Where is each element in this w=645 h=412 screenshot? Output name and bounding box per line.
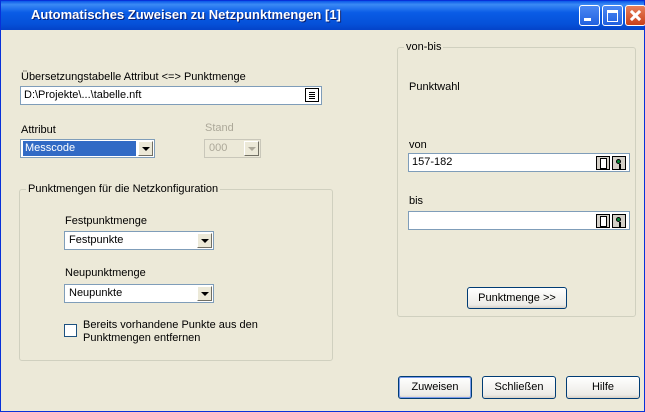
attribut-value: Messcode	[23, 141, 136, 156]
stand-label: Stand	[205, 122, 234, 134]
remove-points-label-1: Bereits vorhandene Punkte aus den	[83, 319, 258, 331]
von-label: von	[409, 139, 427, 151]
table-label: Übersetzungstabelle Attribut <=> Punktme…	[21, 71, 246, 83]
remove-points-checkbox[interactable]	[64, 324, 77, 337]
stand-value: 000	[209, 142, 228, 154]
schliessen-button[interactable]: Schließen	[482, 376, 556, 399]
neupunktmenge-value: Neupunkte	[69, 287, 123, 299]
door-icon[interactable]	[596, 156, 610, 170]
festpunktmenge-label: Festpunktmenge	[65, 215, 147, 227]
chevron-down-icon[interactable]	[197, 286, 212, 301]
maximize-button[interactable]	[602, 5, 623, 26]
remove-points-label-2: Punktmengen entfernen	[83, 332, 201, 344]
title-bar[interactable]: Automatisches Zuweisen zu Netzpunktmenge…	[1, 1, 645, 30]
punktmenge-button[interactable]: Punktmenge >>	[467, 287, 567, 309]
attribut-label: Attribut	[21, 124, 56, 136]
hilfe-button[interactable]: Hilfe	[566, 376, 640, 399]
table-path-input[interactable]: D:\Projekte\...\tabelle.nft	[20, 86, 322, 105]
browse-file-icon[interactable]	[305, 88, 319, 102]
stand-select[interactable]: 000	[204, 139, 261, 158]
group-title: Punktmengen für die Netzkonfiguration	[26, 183, 221, 195]
von-value: 157-182	[412, 156, 453, 168]
window-title: Automatisches Zuweisen zu Netzpunktmenge…	[31, 7, 341, 22]
minimize-button[interactable]	[579, 5, 600, 26]
pick-point-icon[interactable]	[612, 156, 626, 170]
table-path-value: D:\Projekte\...\tabelle.nft	[24, 89, 142, 101]
door-icon[interactable]	[596, 214, 610, 228]
attribut-select[interactable]: Messcode	[20, 139, 155, 158]
pick-point-icon[interactable]	[612, 214, 626, 228]
punktwahl-label: Punktwahl	[409, 81, 460, 93]
festpunktmenge-select[interactable]: Festpunkte	[64, 231, 214, 250]
chevron-down-icon[interactable]	[197, 233, 212, 248]
dialog-window: Automatisches Zuweisen zu Netzpunktmenge…	[0, 0, 645, 412]
close-button[interactable]	[625, 5, 645, 26]
festpunktmenge-value: Festpunkte	[69, 234, 124, 246]
bis-label: bis	[409, 195, 424, 207]
chevron-down-icon[interactable]	[244, 141, 259, 156]
von-bis-title: von-bis	[404, 41, 444, 53]
neupunktmenge-label: Neupunktmenge	[65, 267, 146, 279]
neupunktmenge-select[interactable]: Neupunkte	[64, 284, 214, 303]
chevron-down-icon[interactable]	[138, 141, 153, 156]
zuweisen-button[interactable]: Zuweisen	[398, 376, 472, 399]
